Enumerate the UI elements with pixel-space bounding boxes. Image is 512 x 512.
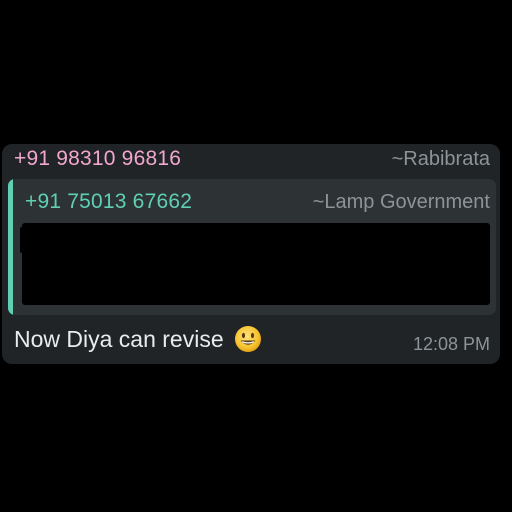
redaction-fragment	[20, 227, 34, 253]
message-bubble[interactable]: +91 98310 96816 ~Rabibrata +91 75013 676…	[2, 144, 500, 364]
quoted-header: +91 75013 67662 ~Lamp Government	[25, 189, 490, 215]
quoted-sender-phone: +91 75013 67662	[25, 190, 193, 213]
message-content: Now Diya can revise	[14, 325, 262, 353]
message-row: Now Diya can revise 12:08 PM	[14, 322, 490, 356]
chat-screen: +91 98310 96816 ~Rabibrata +91 75013 676…	[0, 0, 512, 512]
quoted-sender-name: ~Lamp Government	[312, 190, 490, 213]
sender-phone[interactable]: +91 98310 96816	[14, 147, 181, 171]
grinning-face-emoji-icon	[234, 325, 262, 353]
sender-name: ~Rabibrata	[391, 147, 490, 170]
quote-accent-bar	[8, 179, 13, 315]
redaction-fragment	[460, 269, 484, 299]
message-text: Now Diya can revise	[14, 325, 224, 352]
quoted-message[interactable]: +91 75013 67662 ~Lamp Government	[8, 179, 496, 315]
redacted-quoted-text	[22, 223, 490, 305]
sender-row: +91 98310 96816 ~Rabibrata	[14, 146, 490, 172]
message-timestamp: 12:08 PM	[412, 333, 490, 354]
